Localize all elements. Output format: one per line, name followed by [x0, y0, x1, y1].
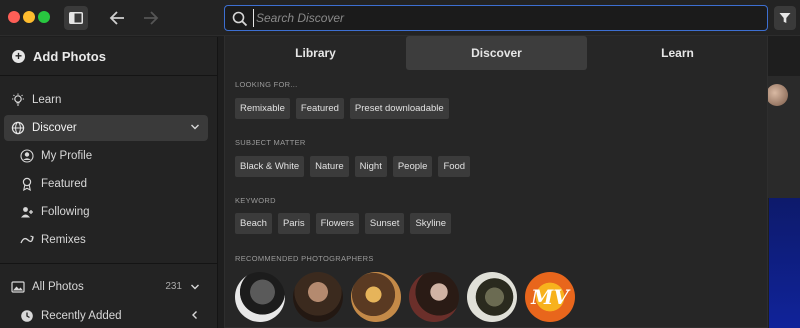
- sidebar-item-label: All Photos: [32, 281, 84, 293]
- lightbulb-icon: [11, 93, 25, 107]
- sidebar-item-recently-added[interactable]: Recently Added: [4, 303, 208, 328]
- sidebar-divider: [0, 263, 218, 264]
- arrow-right-icon: [144, 11, 159, 25]
- chip-people[interactable]: People: [392, 156, 433, 177]
- toggle-sidebar-button[interactable]: [64, 6, 88, 30]
- photographer-avatar[interactable]: [467, 272, 517, 322]
- sidebar-item-featured[interactable]: Featured: [4, 171, 208, 197]
- sidebar-item-learn[interactable]: Learn: [4, 87, 208, 113]
- chevron-left-icon[interactable]: [190, 310, 200, 320]
- subject-matter-chips: Black & White Nature Night People Food: [235, 156, 471, 177]
- profile-icon: [20, 149, 34, 163]
- add-photos-button[interactable]: + Add Photos: [0, 37, 218, 75]
- search-suggestions-popover: Library Discover Learn LOOKING FOR... Re…: [224, 36, 768, 328]
- search-scope-tabs: Library Discover Learn: [225, 36, 769, 70]
- keyword-chips: Beach Paris Flowers Sunset Skyline: [235, 213, 452, 234]
- sidebar-item-remixes[interactable]: Remixes: [4, 227, 208, 253]
- tab-learn[interactable]: Learn: [587, 36, 768, 70]
- photo-count: 231: [165, 281, 182, 292]
- section-label-recommended-photographers: RECOMMENDED PHOTOGRAPHERS: [235, 254, 374, 263]
- sidebar-panel-icon: [69, 12, 83, 24]
- sidebar: + Add Photos Learn Discover My Profile F…: [0, 37, 218, 328]
- chip-paris[interactable]: Paris: [277, 213, 310, 234]
- photos-icon: [11, 280, 25, 294]
- photographer-avatar[interactable]: MV: [525, 272, 575, 322]
- content-strip: [768, 116, 800, 198]
- person-add-icon: [20, 205, 34, 219]
- chip-preset-downloadable[interactable]: Preset downloadable: [349, 98, 449, 119]
- sidebar-item-label: Featured: [41, 178, 88, 190]
- chip-skyline[interactable]: Skyline: [410, 213, 452, 234]
- avatar[interactable]: [766, 84, 788, 106]
- chip-flowers[interactable]: Flowers: [315, 213, 359, 234]
- section-label-keyword: KEYWORD: [235, 196, 276, 205]
- chip-food[interactable]: Food: [438, 156, 471, 177]
- sidebar-item-label: Learn: [32, 94, 62, 106]
- title-bar: [0, 0, 800, 36]
- chevron-down-icon[interactable]: [190, 282, 200, 292]
- chip-featured[interactable]: Featured: [295, 98, 344, 119]
- filter-button[interactable]: [774, 6, 796, 30]
- search-box[interactable]: [224, 5, 768, 31]
- sidebar-item-label: Remixes: [41, 234, 86, 246]
- mv-logo: MV: [531, 285, 569, 309]
- search-input[interactable]: [253, 9, 753, 27]
- photo-thumbnail[interactable]: [769, 198, 800, 328]
- chevron-down-icon[interactable]: [190, 122, 200, 132]
- minimize-window-button[interactable]: [23, 11, 35, 23]
- plus-icon: +: [12, 49, 25, 63]
- chip-remixable[interactable]: Remixable: [235, 98, 290, 119]
- sidebar-item-my-profile[interactable]: My Profile: [4, 143, 208, 169]
- photographer-avatar[interactable]: [293, 272, 343, 322]
- photographer-avatar[interactable]: [409, 272, 459, 322]
- search-icon: [232, 11, 248, 27]
- tab-discover[interactable]: Discover: [406, 36, 587, 70]
- filter-funnel-icon: [779, 13, 791, 23]
- sidebar-item-label: Recently Added: [41, 310, 122, 322]
- sidebar-item-all-photos[interactable]: All Photos 231: [4, 274, 208, 300]
- sidebar-divider: [0, 75, 218, 76]
- award-icon: [20, 177, 34, 191]
- chip-black-white[interactable]: Black & White: [235, 156, 305, 177]
- sidebar-item-discover[interactable]: Discover: [4, 115, 208, 141]
- chip-beach[interactable]: Beach: [235, 213, 272, 234]
- chip-night[interactable]: Night: [354, 156, 387, 177]
- photographer-avatar[interactable]: [235, 272, 285, 322]
- recommended-photographers: MV: [235, 272, 575, 322]
- photographer-avatar[interactable]: [351, 272, 401, 322]
- sidebar-item-following[interactable]: Following: [4, 199, 208, 225]
- close-window-button[interactable]: [8, 11, 20, 23]
- arrow-left-icon: [109, 11, 124, 25]
- sidebar-item-label: Discover: [32, 122, 77, 134]
- looking-for-chips: Remixable Featured Preset downloadable: [235, 98, 449, 119]
- maximize-window-button[interactable]: [38, 11, 50, 23]
- tab-library[interactable]: Library: [225, 36, 406, 70]
- chip-nature[interactable]: Nature: [310, 156, 349, 177]
- add-photos-label: Add Photos: [33, 48, 106, 64]
- forward-button[interactable]: [140, 8, 160, 28]
- sidebar-item-label: Following: [41, 206, 90, 218]
- section-label-looking-for: LOOKING FOR...: [235, 80, 298, 89]
- section-label-subject-matter: SUBJECT MATTER: [235, 138, 306, 147]
- sidebar-item-label: My Profile: [41, 150, 93, 162]
- back-button[interactable]: [108, 8, 128, 28]
- chip-sunset[interactable]: Sunset: [364, 213, 405, 234]
- clock-icon: [20, 309, 34, 323]
- globe-icon: [11, 121, 25, 135]
- remix-icon: [20, 233, 34, 247]
